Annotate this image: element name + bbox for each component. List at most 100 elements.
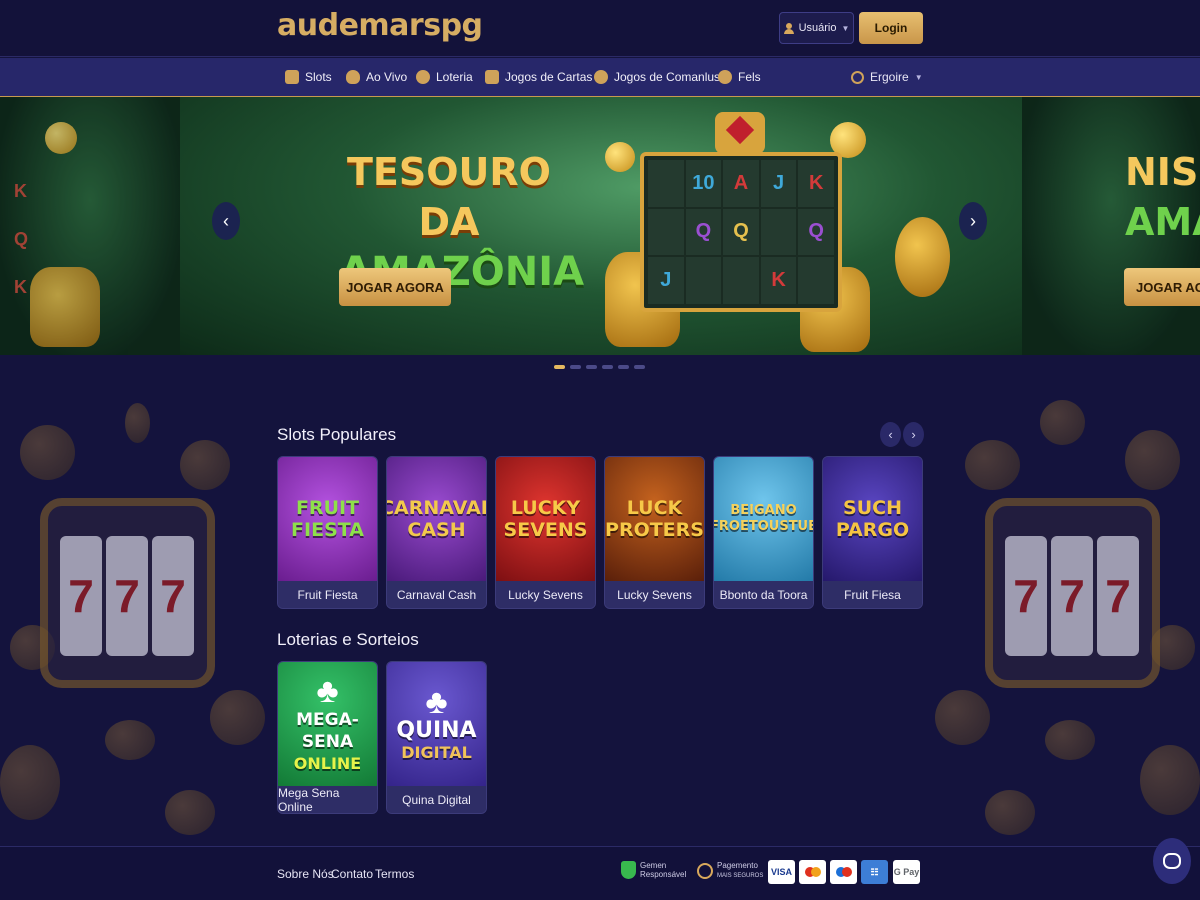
game-thumbnail: CARNAVAL CASH [387, 457, 486, 581]
nav-item-label: Loteria [436, 70, 473, 84]
game-card-such-pargo[interactable]: SUCH PARGO Fruit Fiesa [822, 456, 923, 609]
nav-item-label: Jogos de Comanlus [614, 70, 721, 84]
main-nav: Slots Ao Vivo Loteria Jogos de Cartas Jo… [0, 58, 1200, 97]
responsible-gaming-badge: Gemen Responsável [621, 861, 686, 879]
spade-icon [594, 70, 608, 84]
carousel-dot[interactable] [618, 365, 629, 369]
nav-item-label: Jogos de Cartas [505, 70, 593, 84]
lottery-ball-icon [416, 70, 430, 84]
carousel-dots [554, 365, 645, 369]
hero-carousel: K Q K TESOURO DA AMAZÔNIA JOGAR AGORA 10… [0, 97, 1200, 355]
golden-snake-image [895, 217, 950, 297]
game-card-carnaval-cash[interactable]: CARNAVAL CASH Carnaval Cash [386, 456, 487, 609]
game-card-fruit-fiesta[interactable]: FRUIT FIESTA Fruit Fiesta [277, 456, 378, 609]
chat-bubble-icon [1163, 853, 1181, 869]
game-card-label: Quina Digital [387, 786, 486, 813]
site-footer: Sobre Nós Contato Termos Gemen Responsáve… [0, 846, 1200, 900]
section-title-slots: Slots Populares [277, 425, 397, 444]
chevron-down-icon: ▼ [841, 23, 850, 33]
slots-prev-arrow-icon[interactable]: ‹ [880, 422, 901, 447]
coin-decoration [210, 690, 265, 745]
game-card-luck-proters[interactable]: LUCK PROTERS Lucky Sevens [604, 456, 705, 609]
chevron-down-icon: ▼ [914, 72, 923, 82]
nav-item-ao-vivo[interactable]: Ao Vivo [346, 58, 407, 96]
golden-statue-image [30, 267, 100, 347]
mastercard-icon [799, 860, 826, 884]
coin-decoration [20, 425, 75, 480]
footer-link-contato[interactable]: Contato [331, 867, 373, 881]
game-card-label: Lucky Sevens [605, 581, 704, 608]
coin-decoration [1140, 745, 1200, 815]
next-slide-play-button: JOGAR AG [1124, 268, 1200, 306]
carousel-dot[interactable] [586, 365, 597, 369]
game-thumbnail: LUCK PROTERS [605, 457, 704, 581]
carousel-dot[interactable] [602, 365, 613, 369]
nav-item-label: Fels [738, 70, 761, 84]
login-button[interactable]: Login [859, 12, 923, 44]
ruby-crest-image [715, 112, 765, 154]
play-now-button[interactable]: JOGAR AGORA [339, 268, 451, 306]
clover-icon: ♣ [425, 683, 448, 721]
carousel-dot[interactable] [570, 365, 581, 369]
nav-item-fels[interactable]: Fels [718, 58, 761, 96]
game-card-label: Mega Sena Online [278, 786, 377, 813]
trophy-icon [718, 70, 732, 84]
carousel-prev-arrow-icon[interactable]: ‹ [212, 202, 240, 240]
globe-icon [851, 70, 864, 84]
carousel-dot[interactable] [634, 365, 645, 369]
game-card-mega-sena[interactable]: ♣ MEGA-SENA ONLINE Mega Sena Online [277, 661, 378, 814]
bank-card-icon: ☷ [861, 860, 888, 884]
language-label: Ergoire [870, 70, 909, 84]
coin-decoration [0, 745, 60, 820]
nav-item-loteria[interactable]: Loteria [416, 58, 473, 96]
game-thumbnail: ♣ QUINA DIGITAL [387, 662, 486, 786]
game-card-label: Fruit Fiesa [823, 581, 922, 608]
user-menu-label: Usuário [798, 22, 837, 34]
coin-decoration [1045, 720, 1095, 760]
top-header: audemarspg Usuário ▼ Login [0, 0, 1200, 57]
carousel-next-arrow-icon[interactable]: › [959, 202, 987, 240]
game-card-label: Lucky Sevens [496, 581, 595, 608]
coin-decoration [1125, 430, 1180, 490]
site-logo[interactable]: audemarspg [277, 8, 483, 43]
game-card-beigano[interactable]: BEIGANO FROETOUSTUE Bbonto da Toora [713, 456, 814, 609]
slot-machine-decoration: 7 7 7 [985, 498, 1160, 688]
game-card-label: Bbonto da Toora [714, 581, 813, 608]
game-thumbnail: ♣ MEGA-SENA ONLINE [278, 662, 377, 786]
chat-support-button[interactable] [1153, 838, 1191, 884]
clover-icon: ♣ [316, 672, 339, 710]
user-menu-button[interactable]: Usuário ▼ [779, 12, 854, 44]
coin-decoration [165, 790, 215, 835]
game-card-lucky-sevens[interactable]: LUCKY SEVENS Lucky Sevens [495, 456, 596, 609]
previous-slide-preview: K Q K [0, 97, 180, 355]
visa-icon: VISA [768, 860, 795, 884]
game-card-label: Fruit Fiesta [278, 581, 377, 608]
gold-coin-image [45, 122, 77, 154]
nav-item-jogos-de-comanlus[interactable]: Jogos de Comanlus [594, 58, 720, 96]
user-icon [783, 22, 794, 34]
footer-link-termos[interactable]: Termos [375, 867, 414, 881]
secure-payment-badge: Pagemento MAIS SEGUROS [697, 861, 763, 881]
coin-decoration [125, 403, 150, 443]
cards-icon [485, 70, 499, 84]
slot-reels-image: 10 A J K Q Q Q J K [640, 152, 842, 312]
coin-decoration [965, 440, 1020, 490]
game-thumbnail: FRUIT FIESTA [278, 457, 377, 581]
nav-item-slots[interactable]: Slots [285, 58, 332, 96]
coin-decoration [1040, 400, 1085, 445]
carousel-dot[interactable] [554, 365, 565, 369]
footer-link-sobre[interactable]: Sobre Nós [277, 867, 334, 881]
nav-item-jogos-de-cartas[interactable]: Jogos de Cartas [485, 58, 592, 96]
section-title-lottery: Loterias e Sorteios [277, 630, 419, 649]
slots-next-arrow-icon[interactable]: › [903, 422, 924, 447]
game-card-quina-digital[interactable]: ♣ QUINA DIGITAL Quina Digital [386, 661, 487, 814]
game-thumbnail: LUCKY SEVENS [496, 457, 595, 581]
gold-coin-image [605, 142, 635, 172]
google-pay-icon: G Pay [893, 860, 920, 884]
coin-decoration [105, 720, 155, 760]
coin-decoration [985, 790, 1035, 835]
coin-decoration [180, 440, 230, 490]
nav-item-label: Slots [305, 70, 332, 84]
language-selector[interactable]: Ergoire ▼ [851, 58, 923, 96]
next-slide-title: NISO AMA [1125, 150, 1200, 244]
